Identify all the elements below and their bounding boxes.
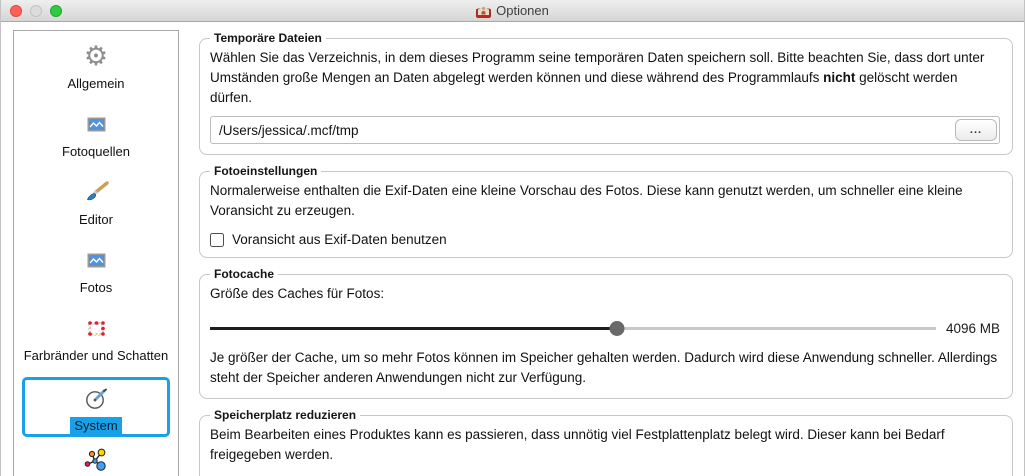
- titlebar: Optionen: [1, 0, 1024, 22]
- exif-preview-option[interactable]: Voransicht aus Exif-Daten benutzen: [210, 232, 1000, 247]
- sidebar-item-label: Farbränder und Schatten: [23, 348, 169, 363]
- sidebar-item-label: Fotos: [79, 280, 113, 295]
- settings-panel: Temporäre Dateien Wählen Sie das Verzeic…: [199, 22, 1013, 476]
- sidebar-item-editor[interactable]: Editor: [14, 169, 178, 237]
- checkbox-label: Voransicht aus Exif-Daten benutzen: [232, 232, 447, 247]
- group-title: Fotocache: [214, 267, 275, 281]
- sidebar-item-allgemein[interactable]: ⚙ Allgemein: [14, 33, 178, 101]
- options-window: Optionen ⚙ Allgemein Fotoquellen Editor …: [0, 0, 1025, 476]
- browse-button[interactable]: ...: [955, 119, 997, 141]
- sidebar-item-system[interactable]: System: [22, 377, 170, 437]
- window-title: Optionen: [496, 3, 549, 18]
- sidebar-item-farbraender[interactable]: Farbränder und Schatten: [14, 305, 178, 373]
- paintbrush-icon: [83, 176, 109, 208]
- temporary-files-description: Wählen Sie das Verzeichnis, in dem diese…: [210, 50, 985, 105]
- cache-size-value: 4096 MB: [945, 320, 1000, 336]
- slider-rest: [616, 326, 936, 330]
- app-icon: [476, 4, 492, 18]
- sidebar-item-fotoquellen[interactable]: Fotoquellen: [14, 101, 178, 169]
- slider-thumb[interactable]: [609, 320, 625, 336]
- group-photo-settings: Fotoeinstellungen Normalerweise enthalte…: [199, 164, 1013, 258]
- molecule-icon: [83, 444, 109, 476]
- group-reduce-disk-space: Speicherplatz reduzieren Beim Bearbeiten…: [199, 408, 1013, 476]
- sidebar: ⚙ Allgemein Fotoquellen Editor Fotos Far…: [13, 30, 179, 476]
- sidebar-item-label: Fotoquellen: [62, 144, 130, 159]
- close-button[interactable]: [10, 5, 22, 17]
- group-title: Temporäre Dateien: [214, 31, 322, 45]
- slider-fill: [210, 326, 617, 330]
- gear-icon: ⚙: [83, 40, 109, 71]
- sidebar-item-next[interactable]: [14, 437, 178, 476]
- group-photo-cache: Fotocache Größe des Caches für Fotos: 40…: [199, 267, 1013, 399]
- group-temporary-files: Temporäre Dateien Wählen Sie das Verzeic…: [199, 31, 1013, 155]
- cache-size-slider[interactable]: [210, 320, 936, 336]
- group-title: Fotoeinstellungen: [214, 164, 318, 178]
- zoom-button[interactable]: [50, 5, 62, 17]
- temp-path-input[interactable]: [210, 116, 1000, 144]
- picture-icon: [87, 244, 106, 276]
- sidebar-item-label: Allgemein: [67, 76, 125, 91]
- gauge-icon: [84, 383, 108, 414]
- cache-size-label: Größe des Caches für Fotos:: [210, 286, 385, 301]
- sidebar-item-label: System: [70, 417, 122, 434]
- minimize-button[interactable]: [30, 5, 42, 17]
- reduce-space-description: Beim Bearbeiten eines Produktes kann es …: [210, 427, 945, 462]
- exif-preview-checkbox[interactable]: [210, 232, 224, 247]
- selection-frame-icon: [85, 312, 107, 344]
- sidebar-item-fotos[interactable]: Fotos: [14, 237, 178, 305]
- group-title: Speicherplatz reduzieren: [214, 408, 357, 422]
- picture-icon: [87, 108, 106, 140]
- photo-settings-description: Normalerweise enthalten die Exif-Daten e…: [210, 183, 963, 218]
- cache-description: Je größer der Cache, um so mehr Fotos kö…: [210, 350, 998, 385]
- sidebar-item-label: Editor: [79, 212, 113, 227]
